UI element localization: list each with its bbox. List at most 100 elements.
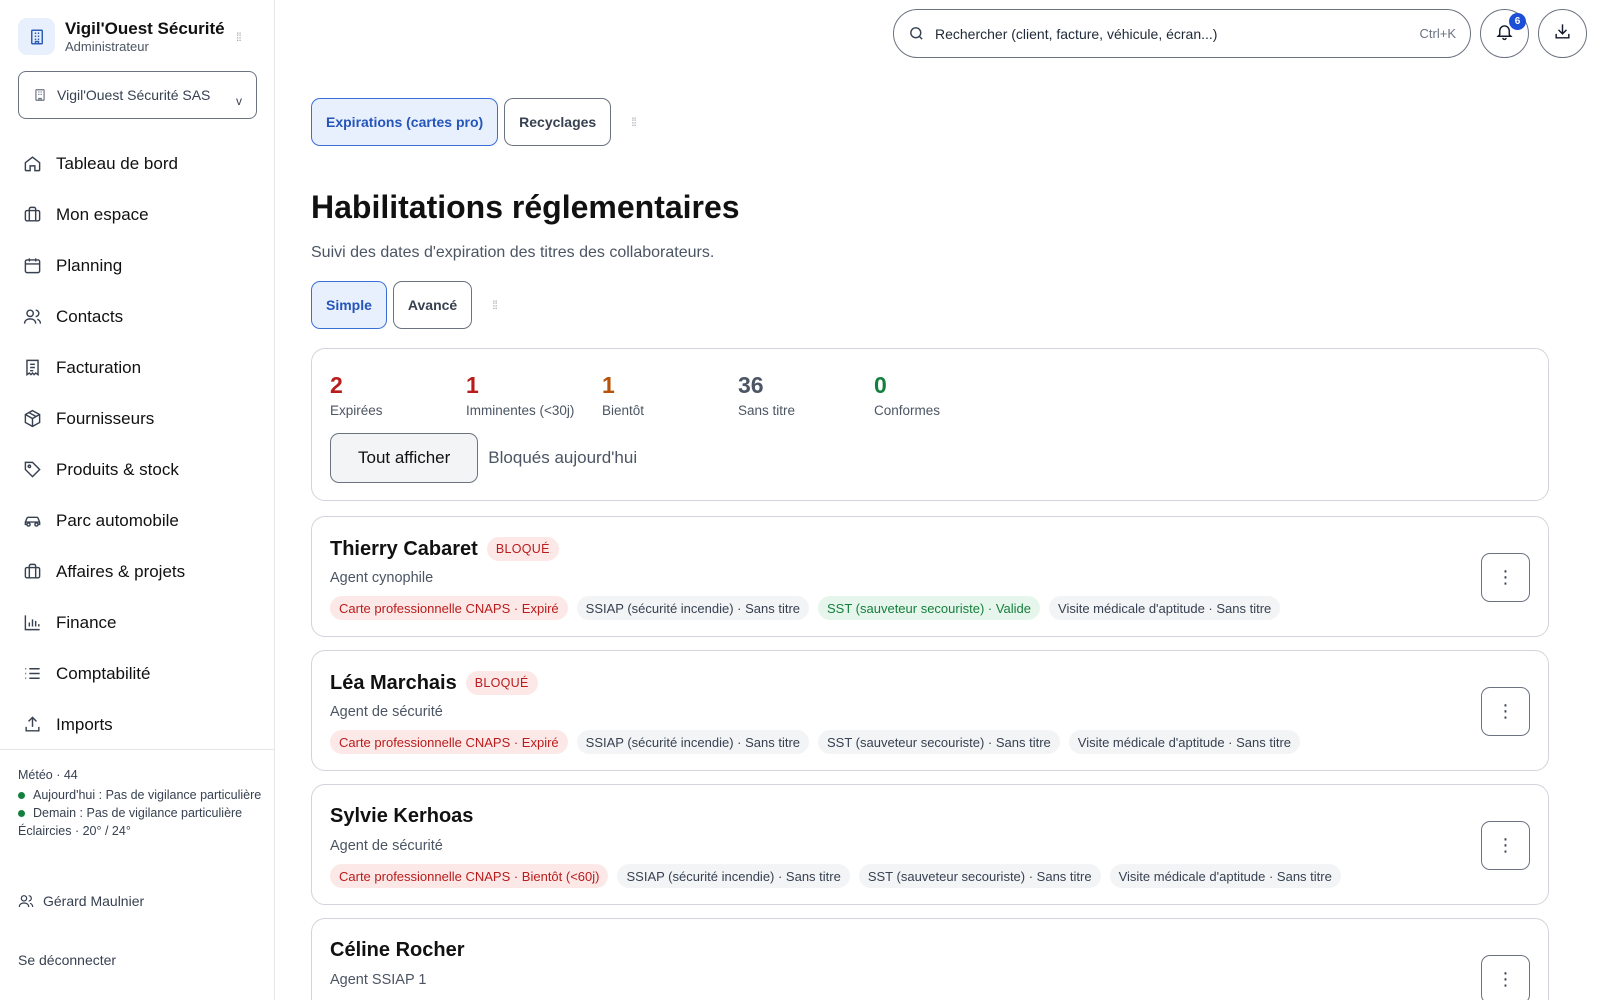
credential-tags: Carte professionnelle CNAPS · Bientôt (<… xyxy=(330,864,1350,888)
status-dot-icon xyxy=(18,810,25,817)
page-subtitle: Suivi des dates d'expiration des titres … xyxy=(311,244,715,261)
drag-handle-icon[interactable]: ⁞⁞ xyxy=(492,298,498,312)
credential-tag: Carte professionnelle CNAPS · Expiré xyxy=(330,596,568,620)
collaborator-role: Agent cynophile xyxy=(330,570,434,586)
box-icon xyxy=(22,409,42,429)
collaborator-name[interactable]: Thierry Cabaret xyxy=(330,538,478,561)
nav-item-fournisseurs[interactable]: Fournisseurs xyxy=(0,393,275,444)
weather-title: Météo · 44 xyxy=(18,768,78,782)
credential-tag: SST (sauveteur secouriste) · Sans titre xyxy=(858,864,1101,888)
nav-item-mon-espace[interactable]: Mon espace xyxy=(0,189,275,240)
filters: Tout afficher Bloqués aujourd'hui xyxy=(330,433,637,483)
collaborator-header: Léa Marchais BLOQUÉ xyxy=(330,671,538,695)
nav-item-label: Imports xyxy=(56,714,113,734)
user-icon xyxy=(18,893,34,909)
notifications-button[interactable]: 6 xyxy=(1480,9,1529,58)
chevron-down-icon: v xyxy=(236,94,242,108)
nav-item-finance[interactable]: Finance xyxy=(0,597,275,648)
drag-handle-icon[interactable]: ⁞⁞ xyxy=(631,115,637,129)
stat-conformes: 0 Conformes xyxy=(874,371,1010,418)
drag-handle-icon[interactable]: ⁞⁞ xyxy=(236,30,242,44)
nav-item-label: Produits & stock xyxy=(56,459,179,479)
nav-item-produits-stock[interactable]: Produits & stock xyxy=(0,444,275,495)
brand: Vigil'Ouest Sécurité Administrateur xyxy=(18,18,225,55)
status-dot-icon xyxy=(18,792,25,799)
nav-item-tableau-de-bord[interactable]: Tableau de bord xyxy=(0,138,275,189)
nav-item-contacts[interactable]: Contacts xyxy=(0,291,275,342)
credential-tag: Carte professionnelle CNAPS · Bientôt (<… xyxy=(330,864,609,888)
credential-tag: SST (sauveteur secouriste) · Valide xyxy=(818,596,1041,620)
sidebar-divider xyxy=(0,749,275,750)
users-icon xyxy=(22,307,42,327)
company-select-value: Vigil'Ouest Sécurité SAS xyxy=(57,87,211,103)
stat-value: 2 xyxy=(330,372,343,398)
search-placeholder: Rechercher (client, facture, véhicule, é… xyxy=(935,25,1218,42)
credential-tag: SSIAP (sécurité incendie) · Sans titre xyxy=(576,596,810,620)
collaborator-role: Agent de sécurité xyxy=(330,704,443,720)
tag-icon xyxy=(22,460,42,480)
collaborator-card: Sylvie Kerhoas Agent de sécurité Carte pro… xyxy=(311,784,1549,905)
list-icon xyxy=(22,664,42,684)
briefcase-icon xyxy=(22,562,42,582)
main-nav: Tableau de bord Mon espace Planning Cont… xyxy=(0,138,275,750)
blocked-today-button[interactable]: Bloqués aujourd'hui xyxy=(488,448,637,468)
tab-simple[interactable]: Simple xyxy=(311,281,387,329)
stat-imminentes: 1 Imminentes (<30j) xyxy=(466,371,602,418)
nav-item-label: Planning xyxy=(56,255,123,275)
stat-value: 0 xyxy=(874,372,887,398)
nav-item-imports[interactable]: Imports xyxy=(0,699,275,750)
stat-value: 1 xyxy=(466,372,479,398)
credential-tag: Visite médicale d'aptitude · Sans titre xyxy=(1049,596,1281,620)
more-actions-button[interactable]: ⋮ xyxy=(1481,687,1530,736)
stat-label: Bientôt xyxy=(602,403,645,418)
tab-recyclages[interactable]: Recyclages xyxy=(504,98,612,146)
user-name: Gérard Maulnier xyxy=(43,893,145,909)
global-search[interactable]: Rechercher (client, facture, véhicule, é… xyxy=(893,9,1471,58)
stat-label: Expirées xyxy=(330,403,383,418)
more-actions-button[interactable]: ⋮ xyxy=(1481,821,1530,870)
tab-avance[interactable]: Avancé xyxy=(392,281,473,329)
receipt-icon xyxy=(22,358,42,378)
home-icon xyxy=(22,154,42,174)
calendar-icon xyxy=(22,256,42,276)
notification-count-badge: 6 xyxy=(1509,13,1526,30)
nav-item-planning[interactable]: Planning xyxy=(0,240,275,291)
company-select[interactable]: Vigil'Ouest Sécurité SAS v xyxy=(18,71,257,119)
nav-item-parc-automobile[interactable]: Parc automobile xyxy=(0,495,275,546)
credential-tag: Visite médicale d'aptitude · Sans titre xyxy=(1109,864,1341,888)
more-vertical-icon: ⋮ xyxy=(1496,701,1515,721)
building-icon xyxy=(33,88,47,102)
stat-label: Conformes xyxy=(874,403,941,418)
logout-link[interactable]: Se déconnecter xyxy=(18,952,116,968)
tab-expirations[interactable]: Expirations (cartes pro) xyxy=(311,98,499,146)
more-actions-button[interactable]: ⋮ xyxy=(1481,955,1530,1000)
stat-expirees: 2 Expirées xyxy=(330,371,466,418)
collaborator-name[interactable]: Léa Marchais xyxy=(330,672,457,695)
blocked-badge: BLOQUÉ xyxy=(465,671,538,695)
upload-icon xyxy=(22,715,42,735)
nav-item-label: Tableau de bord xyxy=(56,153,178,173)
current-user[interactable]: Gérard Maulnier xyxy=(18,893,144,909)
nav-item-label: Facturation xyxy=(56,357,142,377)
nav-item-label: Affaires & projets xyxy=(56,561,186,581)
more-actions-button[interactable]: ⋮ xyxy=(1481,553,1530,602)
collaborator-name[interactable]: Sylvie Kerhoas xyxy=(330,805,473,828)
stat-label: Sans titre xyxy=(738,403,796,418)
bar-chart-icon xyxy=(22,613,42,633)
nav-item-facturation[interactable]: Facturation xyxy=(0,342,275,393)
view-tabs: Expirations (cartes pro) Recyclages ⁞⁞ xyxy=(311,98,637,146)
credential-tags: Carte professionnelle CNAPS · Expiré SSIA… xyxy=(330,596,1289,620)
collaborator-name[interactable]: Céline Rocher xyxy=(330,939,464,962)
credential-tag: SSIAP (sécurité incendie) · Sans titre xyxy=(617,864,850,888)
collaborator-header: Céline Rocher xyxy=(330,939,464,962)
show-all-button[interactable]: Tout afficher xyxy=(330,433,479,483)
weather-sky: Éclaircies · 20° / 24° xyxy=(18,824,131,838)
more-vertical-icon: ⋮ xyxy=(1496,969,1515,989)
nav-item-affaires-projets[interactable]: Affaires & projets xyxy=(0,546,275,597)
nav-item-comptabilite[interactable]: Comptabilité xyxy=(0,648,275,699)
stat-bientot: 1 Bientôt xyxy=(602,371,738,418)
stat-label: Imminentes (<30j) xyxy=(466,403,575,418)
download-button[interactable] xyxy=(1538,9,1587,58)
weather-tomorrow: Demain : Pas de vigilance particulière xyxy=(33,806,243,820)
collaborator-role: Agent de sécurité xyxy=(330,838,443,854)
